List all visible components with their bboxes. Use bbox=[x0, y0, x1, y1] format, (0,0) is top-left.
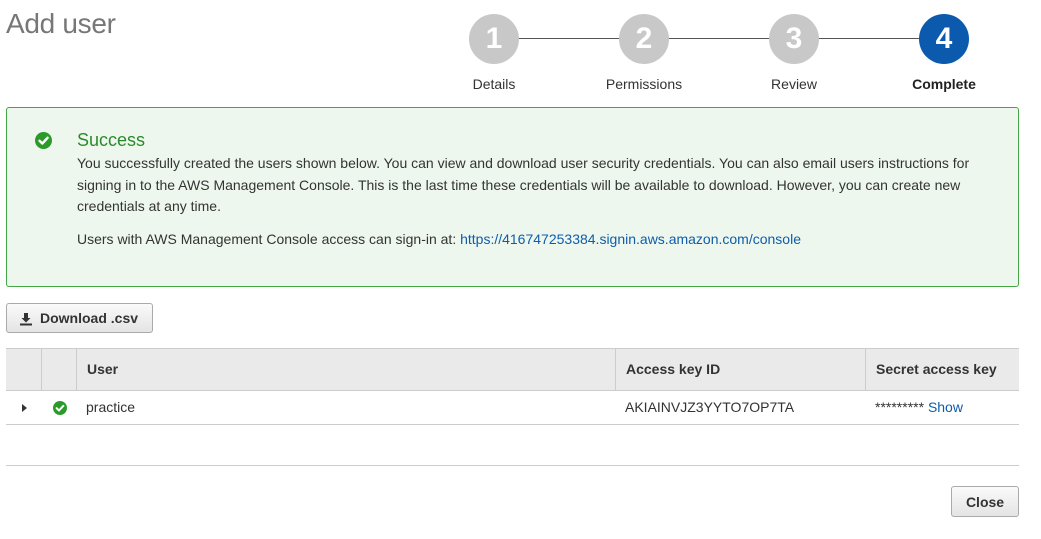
success-check-icon bbox=[53, 401, 67, 415]
table-row: practice AKIAINVJZ3YYTO7OP7TA ********* … bbox=[6, 391, 1019, 425]
expand-column-header bbox=[6, 349, 41, 390]
wizard-stepper: 1 Details 2 Permissions 3 Review 4 Compl… bbox=[469, 14, 980, 94]
step-number-active: 4 bbox=[919, 14, 969, 64]
step-label: Details bbox=[472, 76, 516, 92]
step-number: 2 bbox=[619, 14, 669, 64]
step-details: 1 Details bbox=[434, 14, 554, 92]
footer-divider bbox=[6, 465, 1019, 466]
column-header-user: User bbox=[76, 349, 615, 390]
signin-link[interactable]: https://416747253384.signin.aws.amazon.c… bbox=[460, 231, 801, 247]
column-header-secret-access-key: Secret access key bbox=[865, 349, 1019, 390]
signin-info: Users with AWS Management Console access… bbox=[77, 231, 801, 247]
alert-title: Success bbox=[77, 130, 146, 150]
close-button[interactable]: Close bbox=[951, 486, 1019, 517]
step-label-active: Complete bbox=[912, 76, 976, 92]
page-title: Add user bbox=[6, 8, 116, 39]
alert-message: You successfully created the users shown… bbox=[77, 155, 970, 214]
step-number: 1 bbox=[469, 14, 519, 64]
success-alert: Success You successfully created the use… bbox=[6, 107, 1019, 287]
step-complete: 4 Complete bbox=[884, 14, 1004, 92]
table-header: User Access key ID Secret access key bbox=[6, 348, 1019, 391]
signin-prefix: Users with AWS Management Console access… bbox=[77, 231, 461, 247]
step-label: Permissions bbox=[605, 76, 683, 92]
stepper-line bbox=[494, 38, 949, 39]
show-secret-link[interactable]: Show bbox=[928, 399, 963, 415]
step-label: Review bbox=[771, 76, 817, 92]
download-icon bbox=[20, 313, 32, 326]
access-key-id-cell: AKIAINVJZ3YYTO7OP7TA bbox=[625, 399, 795, 415]
user-cell: practice bbox=[86, 399, 136, 415]
step-permissions: 2 Permissions bbox=[584, 14, 704, 92]
secret-key-masked: ********* bbox=[875, 399, 925, 415]
step-number: 3 bbox=[769, 14, 819, 64]
download-csv-button[interactable]: Download .csv bbox=[6, 303, 153, 333]
users-table: User Access key ID Secret access key pra… bbox=[6, 348, 1019, 425]
check-circle-icon bbox=[35, 132, 52, 149]
download-label: Download .csv bbox=[40, 310, 139, 326]
step-review: 3 Review bbox=[734, 14, 854, 92]
secret-key-cell: ********* Show bbox=[865, 391, 963, 424]
expand-row-icon[interactable] bbox=[22, 404, 27, 412]
column-header-access-key-id: Access key ID bbox=[615, 349, 865, 390]
status-column-header bbox=[41, 349, 76, 390]
